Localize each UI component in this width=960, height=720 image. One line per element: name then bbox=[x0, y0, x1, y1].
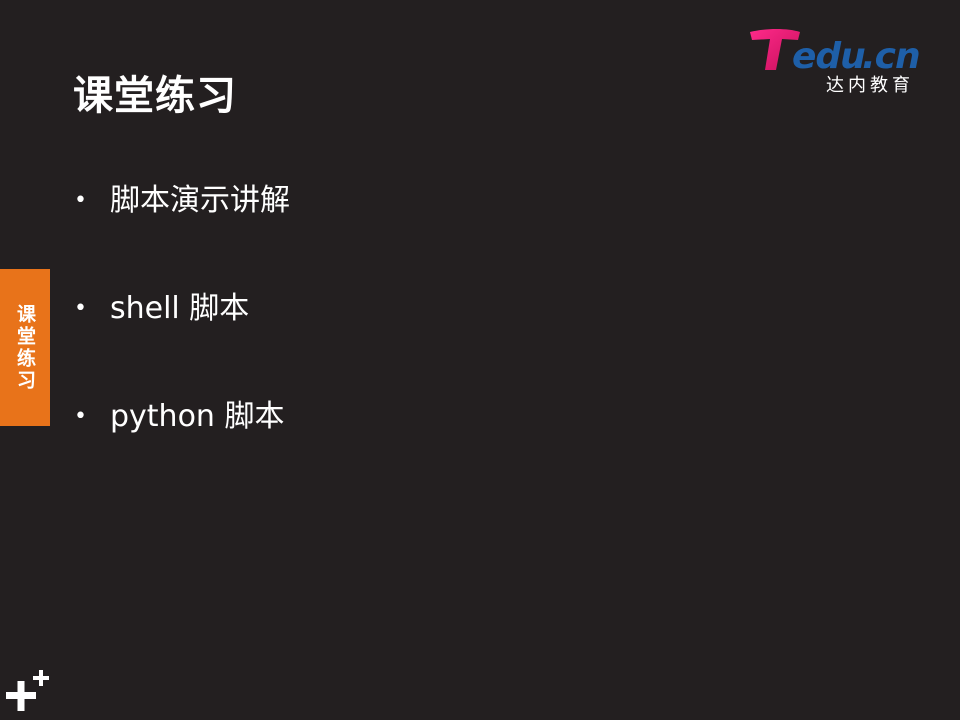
tedu-logo: edu .cn 达内教育 bbox=[748, 26, 928, 98]
bullet-text: shell 脚本 bbox=[110, 291, 250, 326]
bullet-dot-icon: • bbox=[74, 404, 87, 429]
bullet-text: python 脚本 bbox=[110, 399, 285, 434]
slide: 课堂练习 edu .cn 达内教育 • 脚本演示讲解 • shell 脚本 • … bbox=[0, 0, 960, 720]
list-item: • python 脚本 bbox=[74, 394, 290, 502]
svg-text:.cn: .cn bbox=[862, 36, 920, 74]
list-item: • shell 脚本 bbox=[74, 286, 290, 394]
bullet-list: • 脚本演示讲解 • shell 脚本 • python 脚本 bbox=[74, 178, 290, 502]
list-item: • 脚本演示讲解 bbox=[74, 178, 290, 286]
bullet-dot-icon: • bbox=[74, 188, 87, 213]
tedu-wordmark-icon: edu .cn bbox=[750, 29, 921, 74]
side-tab-label: 课堂练习 bbox=[14, 303, 36, 392]
side-tab: 课堂练习 bbox=[0, 269, 50, 426]
bullet-dot-icon: • bbox=[74, 296, 87, 321]
slide-title: 课堂练习 bbox=[73, 73, 237, 119]
bullet-text: 脚本演示讲解 bbox=[110, 183, 290, 218]
logo-subtitle: 达内教育 bbox=[826, 75, 914, 96]
svg-text:edu: edu bbox=[792, 36, 865, 74]
plus-mark-icon bbox=[4, 670, 54, 716]
